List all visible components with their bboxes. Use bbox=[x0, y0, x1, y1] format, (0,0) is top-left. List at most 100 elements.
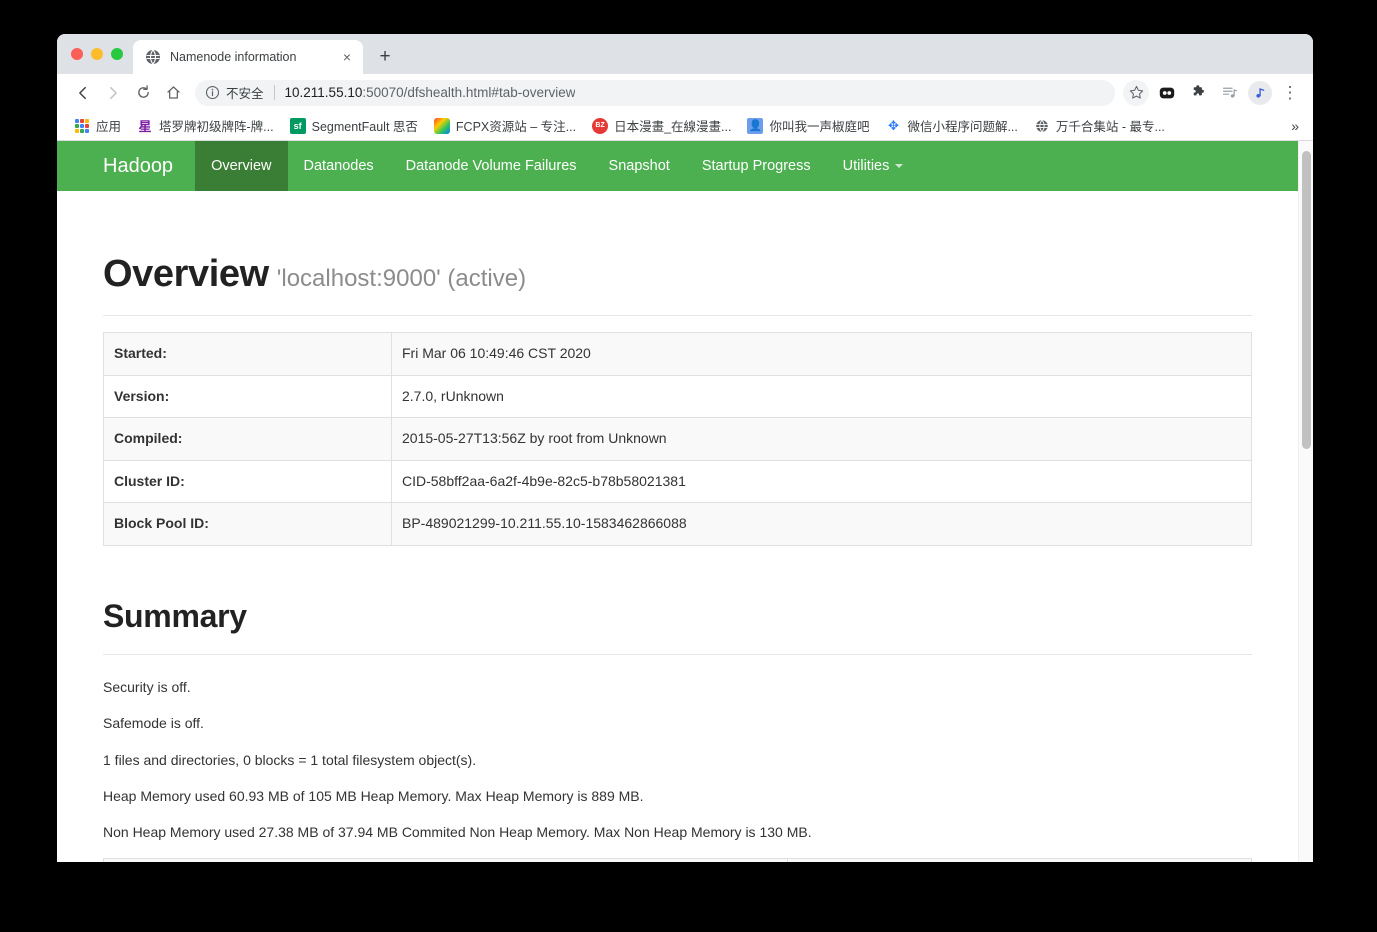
nav-label: Datanode Volume Failures bbox=[405, 158, 577, 174]
summary-line: Security is off. bbox=[103, 678, 191, 695]
fcpx-icon bbox=[433, 117, 450, 134]
omnibox-divider bbox=[273, 85, 275, 100]
tab-strip: Namenode information × + bbox=[57, 34, 1313, 74]
page-scrollbar[interactable] bbox=[1298, 141, 1313, 862]
bookmark-item[interactable]: ✥ 微信小程序问题解... bbox=[878, 113, 1024, 138]
summary-line: Safemode is off. bbox=[103, 715, 204, 732]
browser-window: Namenode information × + 不安全 10.211.55.1… bbox=[57, 34, 1313, 862]
bookmark-label: 万千合集站 - 最专... bbox=[1055, 120, 1165, 134]
row-key: Configured Capacity: bbox=[103, 858, 788, 862]
music-note-profile-icon[interactable] bbox=[1248, 80, 1272, 105]
nav-label: Snapshot bbox=[608, 158, 670, 174]
nav-item-snapshot[interactable]: Snapshot bbox=[593, 141, 686, 191]
nav-item-datanode-volume-failures[interactable]: Datanode Volume Failures bbox=[390, 141, 593, 191]
bookmark-label: 日本漫畫_在線漫畫... bbox=[614, 120, 732, 134]
url-path: :50070/dfshealth.html#tab-overview bbox=[362, 85, 576, 100]
table-row: Configured Capacity: 0 B bbox=[103, 858, 1252, 862]
summary-divider bbox=[103, 653, 1252, 655]
bookmark-label: 你叫我一声椒庭吧 bbox=[769, 120, 870, 134]
address-bar[interactable]: 不安全 10.211.55.10:50070/dfshealth.html#ta… bbox=[195, 79, 1115, 106]
media-playlist-icon[interactable] bbox=[1216, 80, 1242, 106]
nav-item-overview[interactable]: Overview bbox=[195, 141, 288, 191]
page-content: Overview 'localhost:9000' (active) Starte… bbox=[57, 191, 1298, 862]
bookmark-item[interactable]: BZ 日本漫畫_在線漫畫... bbox=[585, 113, 738, 138]
url-text: 10.211.55.10:50070/dfshealth.html#tab-ov… bbox=[285, 85, 576, 100]
bookmark-item[interactable]: sf SegmentFault 思否 bbox=[283, 113, 425, 138]
nav-item-datanodes[interactable]: Datanodes bbox=[288, 141, 390, 191]
nav-item-startup-progress[interactable]: Startup Progress bbox=[686, 141, 827, 191]
bookmark-label: SegmentFault 思否 bbox=[311, 120, 418, 134]
minimize-window-button[interactable] bbox=[91, 48, 103, 60]
row-value: 2015-05-27T13:56Z by root from Unknown bbox=[391, 417, 1252, 461]
summary-text-block: Security is off. Safemode is off. 1 file… bbox=[103, 677, 1252, 842]
nav-item-utilities[interactable]: Utilities bbox=[827, 141, 920, 191]
row-value: CID-58bff2aa-6a2f-4b9e-82c5-b78b58021381 bbox=[391, 459, 1252, 504]
nav-label: Startup Progress bbox=[701, 158, 811, 174]
extensions-puzzle-icon[interactable] bbox=[1185, 80, 1211, 106]
row-value: 0 B bbox=[787, 858, 1252, 862]
row-key: Started: bbox=[103, 332, 392, 376]
browser-toolbar: 不安全 10.211.55.10:50070/dfshealth.html#ta… bbox=[57, 74, 1313, 111]
home-icon[interactable] bbox=[159, 79, 187, 107]
overview-table: Started: Fri Mar 06 10:49:46 CST 2020 Ve… bbox=[103, 332, 1252, 546]
title-divider bbox=[103, 315, 1252, 316]
summary-line: Heap Memory used 60.93 MB of 105 MB Heap… bbox=[103, 787, 644, 804]
bookmark-item[interactable]: FCPX资源站 – 专注... bbox=[427, 113, 583, 138]
bookmark-label: 微信小程序问题解... bbox=[907, 120, 1018, 134]
url-host: 10.211.55.10 bbox=[284, 85, 363, 100]
page-viewport: Hadoop Overview Datanodes Datanode Volum… bbox=[57, 141, 1313, 862]
bookmark-item[interactable]: 👤 你叫我一声椒庭吧 bbox=[740, 113, 876, 138]
chevron-down-icon bbox=[895, 164, 904, 168]
globe-icon bbox=[145, 49, 161, 65]
summary-title: Summary bbox=[103, 597, 247, 634]
bookmark-item[interactable]: 应用 bbox=[67, 113, 128, 138]
bz-icon: BZ bbox=[592, 117, 609, 134]
nav-label: Datanodes bbox=[303, 158, 374, 174]
nav-label: Utilities bbox=[842, 158, 890, 174]
bookmarks-bar: 应用 星 塔罗牌初级牌阵-牌... sf SegmentFault 思否 FCP… bbox=[57, 111, 1313, 141]
browser-menu-icon[interactable]: ⋮ bbox=[1277, 80, 1303, 106]
row-value: 2.7.0, rUnknown bbox=[391, 374, 1252, 419]
close-icon[interactable]: × bbox=[339, 49, 355, 65]
dark-reader-extension-icon[interactable] bbox=[1154, 80, 1180, 106]
bookmark-label: 塔罗牌初级牌阵-牌... bbox=[159, 120, 274, 134]
summary-table: Configured Capacity: 0 B DFS Used: 0 B (… bbox=[103, 858, 1252, 862]
nav-label: Overview bbox=[211, 158, 272, 174]
row-value: Fri Mar 06 10:49:46 CST 2020 bbox=[391, 332, 1252, 376]
window-traffic-lights bbox=[67, 34, 133, 74]
bookmark-item[interactable]: 星 塔罗牌初级牌阵-牌... bbox=[130, 113, 281, 138]
hadoop-page: Hadoop Overview Datanodes Datanode Volum… bbox=[57, 141, 1298, 862]
close-window-button[interactable] bbox=[71, 48, 83, 60]
page-title-subtitle: 'localhost:9000' (active) bbox=[276, 265, 527, 292]
hadoop-brand[interactable]: Hadoop bbox=[57, 141, 195, 191]
forward-icon[interactable] bbox=[99, 79, 127, 107]
browser-tab[interactable]: Namenode information × bbox=[133, 40, 363, 74]
row-value: BP-489021299-10.211.55.10-1583462866088 bbox=[391, 502, 1252, 546]
back-icon[interactable] bbox=[69, 79, 97, 107]
maximize-window-button[interactable] bbox=[111, 48, 123, 60]
face-icon: 👤 bbox=[747, 117, 764, 134]
tab-title: Namenode information bbox=[170, 50, 297, 64]
apps-grid-icon bbox=[74, 118, 90, 134]
page-title-main: Overview bbox=[103, 253, 269, 295]
insecure-label: 不安全 bbox=[226, 87, 264, 101]
row-key: Block Pool ID: bbox=[103, 502, 392, 546]
bookmark-label: FCPX资源站 – 专注... bbox=[455, 120, 577, 134]
sf-icon: sf bbox=[289, 117, 306, 134]
scrollbar-thumb[interactable] bbox=[1302, 151, 1311, 449]
row-key: Version: bbox=[103, 374, 392, 419]
info-circle-icon[interactable] bbox=[205, 85, 220, 100]
bookmarks-overflow-button[interactable]: » bbox=[1283, 115, 1307, 137]
table-row: Compiled: 2015-05-27T13:56Z by root from… bbox=[103, 417, 1252, 461]
new-tab-button[interactable]: + bbox=[371, 43, 399, 71]
hadoop-navbar: Hadoop Overview Datanodes Datanode Volum… bbox=[57, 141, 1298, 191]
globe-icon bbox=[1034, 118, 1050, 134]
summary-line: 1 files and directories, 0 blocks = 1 to… bbox=[103, 751, 477, 768]
reload-icon[interactable] bbox=[129, 79, 157, 107]
table-row: Version: 2.7.0, rUnknown bbox=[103, 374, 1252, 419]
bookmark-item[interactable]: 万千合集站 - 最专... bbox=[1027, 113, 1172, 138]
page-title: Overview 'localhost:9000' (active) bbox=[103, 191, 1252, 296]
table-row: Block Pool ID: BP-489021299-10.211.55.10… bbox=[103, 502, 1252, 546]
table-row: Cluster ID: CID-58bff2aa-6a2f-4b9e-82c5-… bbox=[103, 459, 1252, 504]
bookmark-star-icon[interactable] bbox=[1123, 79, 1149, 106]
